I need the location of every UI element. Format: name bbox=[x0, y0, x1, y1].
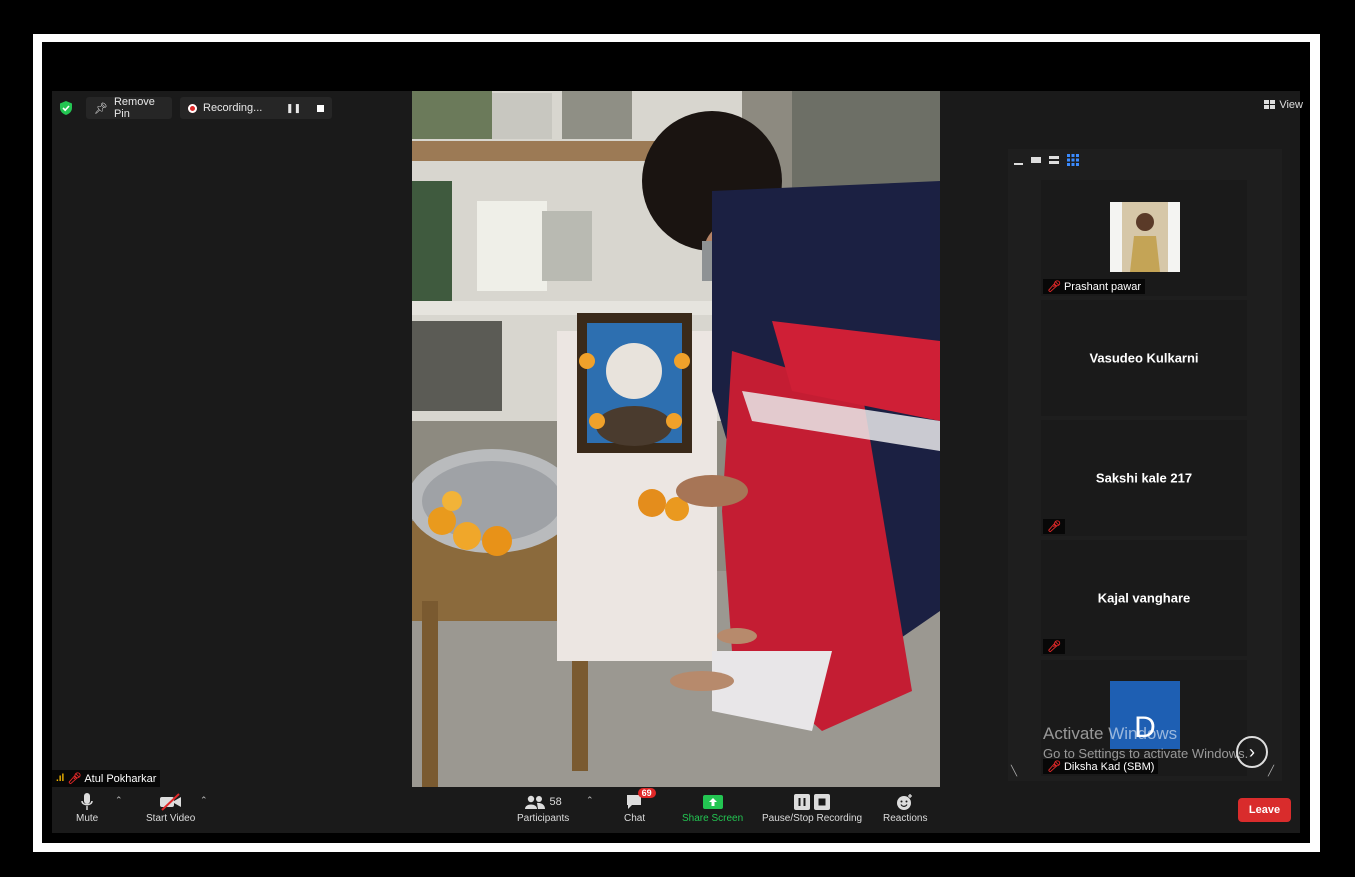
grid-view-icon bbox=[1264, 100, 1276, 109]
pause-stop-recording-button[interactable]: Pause/Stop Recording bbox=[762, 791, 862, 824]
chat-icon: 69 bbox=[625, 788, 656, 813]
remove-pin-button[interactable]: 📌︎ Remove Pin bbox=[86, 96, 172, 120]
shared-video bbox=[412, 91, 940, 787]
share-screen-icon bbox=[702, 791, 723, 813]
mic-muted-indicator: 🎤︎ bbox=[1043, 639, 1065, 654]
next-page-button[interactable]: › bbox=[1236, 736, 1268, 768]
watermark-subtitle: Go to Settings to activate Windows. bbox=[1043, 746, 1249, 761]
microphone-icon bbox=[80, 791, 94, 813]
video-frame-image bbox=[412, 91, 940, 787]
participant-name: Sakshi kale 217 bbox=[1095, 470, 1193, 486]
mute-button[interactable]: Mute bbox=[76, 791, 98, 824]
participant-tile[interactable]: Vasudeo Kulkarni bbox=[1041, 300, 1247, 416]
leave-button[interactable]: Leave bbox=[1238, 798, 1291, 822]
participants-button[interactable]: 58 Participants bbox=[517, 791, 569, 824]
start-video-label: Start Video bbox=[146, 813, 196, 824]
active-speaker-tag: .ıl 🎤︎ Atul Pokharkar bbox=[52, 770, 161, 787]
share-screen-label: Share Screen bbox=[682, 813, 744, 824]
participants-options-chevron-icon[interactable]: ⌃ bbox=[586, 795, 594, 806]
mic-muted-indicator: 🎤︎ bbox=[1043, 519, 1065, 534]
participants-label: Participants bbox=[517, 813, 570, 824]
recording-label: Recording... bbox=[203, 102, 263, 114]
view-label: View bbox=[1279, 99, 1303, 111]
pause-stop-icon bbox=[794, 791, 831, 813]
mic-muted-icon: 🎤︎ bbox=[1047, 761, 1061, 773]
participant-tile[interactable]: Sakshi kale 217 🎤︎ bbox=[1041, 420, 1247, 536]
participant-tile[interactable]: 🎤︎ Prashant pawar bbox=[1041, 180, 1247, 296]
chat-unread-badge: 69 bbox=[637, 788, 656, 798]
remove-pin-label: Remove Pin bbox=[113, 96, 155, 120]
pause-icon bbox=[794, 794, 811, 810]
participant-name-tag: 🎤︎ Diksha Kad (SBM) bbox=[1043, 759, 1159, 774]
activate-windows-watermark: Activate Windows Go to Settings to activ… bbox=[1043, 724, 1248, 761]
pause-stop-label: Pause/Stop Recording bbox=[762, 813, 863, 824]
gallery-grid-icon[interactable] bbox=[1067, 154, 1079, 166]
stop-recording-icon[interactable] bbox=[317, 104, 324, 112]
reactions-button[interactable]: Reactions bbox=[883, 791, 927, 824]
mic-muted-icon: 🎤︎ bbox=[67, 773, 82, 785]
pin-icon: 📌︎ bbox=[94, 102, 108, 115]
chat-button[interactable]: 69 Chat bbox=[624, 788, 656, 824]
gallery-layout-controls bbox=[1014, 154, 1079, 166]
resize-handle-icon[interactable]: ╱ bbox=[1268, 766, 1274, 777]
participants-icon-group: 58 bbox=[524, 791, 562, 813]
recording-dot-icon bbox=[188, 103, 197, 113]
participant-video bbox=[1110, 202, 1180, 272]
participant-name: Vasudeo Kulkarni bbox=[1089, 350, 1199, 366]
mic-muted-icon: 🎤︎ bbox=[1047, 521, 1061, 533]
chat-label: Chat bbox=[624, 813, 646, 824]
participant-name: Kajal vanghare bbox=[1097, 590, 1191, 606]
speaker-strip-icon[interactable] bbox=[1049, 156, 1059, 164]
speaker-name: Atul Pokharkar bbox=[84, 772, 157, 785]
start-video-button[interactable]: Start Video bbox=[146, 791, 195, 824]
stop-icon bbox=[814, 794, 831, 810]
pause-recording-icon[interactable]: ❚❚ bbox=[286, 103, 301, 114]
signal-strength-icon: .ıl bbox=[56, 773, 65, 784]
view-button[interactable]: View bbox=[1264, 99, 1303, 111]
mic-muted-icon: 🎤︎ bbox=[1047, 641, 1061, 653]
participants-count: 58 bbox=[549, 796, 562, 808]
participant-tile[interactable]: Kajal vanghare 🎤︎ bbox=[1041, 540, 1247, 656]
thumbnail-icon[interactable] bbox=[1031, 157, 1041, 163]
mute-options-chevron-icon[interactable]: ⌃ bbox=[115, 795, 123, 806]
participant-name: Prashant pawar bbox=[1063, 280, 1142, 293]
reactions-icon bbox=[896, 791, 914, 813]
mute-label: Mute bbox=[76, 813, 99, 824]
share-screen-button[interactable]: Share Screen bbox=[682, 791, 743, 824]
mic-muted-icon: 🎤︎ bbox=[1047, 281, 1061, 293]
chevron-right-icon: › bbox=[1249, 741, 1255, 762]
video-off-icon bbox=[159, 791, 183, 813]
video-options-chevron-icon[interactable]: ⌃ bbox=[200, 795, 208, 806]
participant-name-tag: 🎤︎ Prashant pawar bbox=[1043, 279, 1146, 294]
resize-handle-icon[interactable]: ╲ bbox=[1011, 766, 1017, 777]
participants-icon bbox=[524, 795, 545, 809]
recording-indicator: Recording... ❚❚ bbox=[180, 97, 332, 119]
watermark-title: Activate Windows bbox=[1043, 724, 1178, 743]
minimize-icon[interactable] bbox=[1014, 163, 1023, 165]
participant-name: Diksha Kad (SBM) bbox=[1063, 760, 1155, 773]
security-shield-icon[interactable] bbox=[58, 100, 74, 116]
reactions-label: Reactions bbox=[883, 813, 928, 824]
